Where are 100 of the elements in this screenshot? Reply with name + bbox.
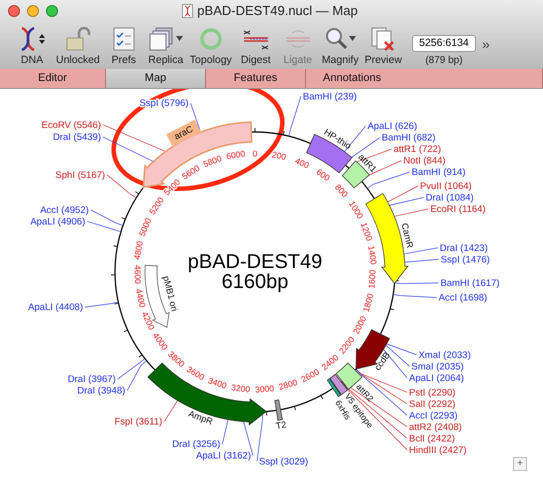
feature-label: pMB1 ori <box>161 274 180 312</box>
toolbar-button[interactable]: Preview <box>364 26 402 66</box>
restriction-site-label: NotI (844) <box>403 156 446 167</box>
toolbar-button[interactable]: Topology <box>190 26 232 66</box>
checklist-icon <box>112 26 135 51</box>
tick-label: 6000 <box>226 148 246 162</box>
restriction-site-label: DraI (3256) <box>172 439 220 450</box>
close-button[interactable] <box>8 4 20 16</box>
selection-range-field[interactable]: 5256:6134 <box>412 34 476 52</box>
restriction-site-label: SspI (1476) <box>440 254 490 266</box>
tick-label: 4400 <box>134 288 148 308</box>
document-icon <box>182 4 194 18</box>
toolbar-button[interactable]: Prefs <box>106 26 142 66</box>
minimize-button[interactable] <box>27 4 39 16</box>
toolbar-button[interactable]: Replica <box>148 26 184 66</box>
restriction-site-label: DraI (3948) <box>77 385 126 396</box>
tick-label: 3600 <box>185 364 206 382</box>
restriction-site-label: SmaI (2035) <box>411 361 464 372</box>
feature-label: AmpR <box>187 408 214 427</box>
tick-label: 2600 <box>299 366 321 384</box>
restriction-site-label: SalI (2292) <box>409 398 456 410</box>
restriction-site-label: SspI (3029) <box>259 456 308 468</box>
restriction-site-label: PstI (2290) <box>409 387 456 398</box>
feature-arrow[interactable] <box>274 399 283 421</box>
zoom-button[interactable] <box>46 4 58 16</box>
toolbar-button[interactable]: DNA <box>14 26 50 66</box>
ring-icon <box>198 26 223 51</box>
tick-label: 5800 <box>202 153 223 170</box>
restriction-site-label: EcoRV (5546) <box>42 120 101 131</box>
tick-label: 4800 <box>132 240 145 261</box>
tick-label: 1600 <box>366 269 378 289</box>
tick-label: 400 <box>294 156 311 170</box>
restriction-site-label: SphI (5167) <box>55 170 106 181</box>
tick-label: 1400 <box>366 245 379 266</box>
tick-label: 600 <box>314 166 332 183</box>
tick-label: 3200 <box>230 382 251 394</box>
stepper-icon <box>39 32 45 45</box>
restriction-site-label: ApaLI (626) <box>367 121 418 132</box>
restriction-site-label: DraI (3967) <box>68 374 116 385</box>
document-cross-icon <box>370 26 396 51</box>
restriction-site-label: attR1 (722) <box>394 144 442 156</box>
tick-label: 5600 <box>180 162 202 182</box>
restriction-site-label: DraI (5439) <box>52 132 101 143</box>
restriction-site-label: ApaLI (4408) <box>28 302 83 314</box>
tick-label: 5000 <box>136 216 154 238</box>
feature-arrow[interactable] <box>326 378 342 398</box>
dna-helix-icon <box>19 26 37 51</box>
feature-label: CamR <box>400 222 416 250</box>
tick-label: 3400 <box>206 375 228 391</box>
restriction-site-label: FspI (3611) <box>114 416 162 428</box>
restriction-site-label: DraI (1084) <box>426 192 474 204</box>
zoom-in-button[interactable]: + <box>513 457 527 471</box>
restriction-site-label: ApaLI (2064) <box>409 372 464 384</box>
leader-line <box>367 172 410 189</box>
stacked-windows-icon <box>148 26 174 51</box>
restriction-site-label: AccI (4952) <box>40 204 89 216</box>
restriction-site-label: ApaLI (4906) <box>30 216 86 228</box>
toolbar-button[interactable]: Digest <box>238 26 274 66</box>
tick-label: 2000 <box>350 314 368 336</box>
leader-line <box>106 174 137 198</box>
leader-line <box>84 302 119 308</box>
tick-label: 4600 <box>132 264 143 284</box>
tick-label: 2800 <box>278 377 299 392</box>
restriction-site-label: DraI (1423) <box>440 242 488 254</box>
restriction-site-label: ApaLI (3162) <box>196 450 251 462</box>
caret-icon <box>176 36 184 42</box>
leader-line <box>392 294 437 298</box>
tick-label: 3000 <box>254 383 274 395</box>
tab[interactable]: Features <box>206 68 306 88</box>
toolbar-button[interactable]: Magnify <box>322 26 359 66</box>
restriction-site-label: AccI (2293) <box>409 410 458 422</box>
restriction-site-label: XmaI (2033) <box>418 350 471 361</box>
plasmid-name: pBAD-DEST49 <box>188 251 322 273</box>
tick-label: 800 <box>333 182 350 200</box>
tick-label: 1200 <box>358 221 375 242</box>
tab[interactable]: Annotations <box>306 68 543 88</box>
restriction-site-label: EcoRI (1164) <box>430 204 486 215</box>
window-title: pBAD-DEST49.nucl — Map <box>197 3 358 18</box>
tab[interactable]: Map <box>106 68 206 88</box>
toolbar-button[interactable]: Unlocked <box>56 26 100 66</box>
caret-icon <box>348 36 356 42</box>
restriction-site-label: attR2 (2408) <box>409 422 462 433</box>
tick-label: 1800 <box>360 292 376 314</box>
restriction-site-label: BamHI (682) <box>382 132 436 144</box>
feature-label: T2 <box>275 419 288 431</box>
open-padlock-icon <box>64 26 91 51</box>
restriction-site-label: BamHI (914) <box>412 167 466 178</box>
leader-line <box>394 282 439 284</box>
magnifier-icon <box>324 26 347 51</box>
restriction-site-label: BamHI (239) <box>302 91 357 102</box>
tab[interactable]: Editor <box>0 68 106 88</box>
restriction-site-label: PvuII (1064) <box>420 180 472 192</box>
tick-label: 0 <box>252 148 258 158</box>
feature-arrow[interactable] <box>330 374 348 395</box>
restriction-site-label: HindIII (2427) <box>409 444 467 456</box>
feature-label: araC <box>172 124 194 142</box>
leader-line <box>288 96 302 136</box>
toolbar-overflow-button[interactable]: » <box>482 36 490 52</box>
restriction-site-label: BclI (2422) <box>409 433 455 444</box>
tick-label: 200 <box>271 149 288 162</box>
